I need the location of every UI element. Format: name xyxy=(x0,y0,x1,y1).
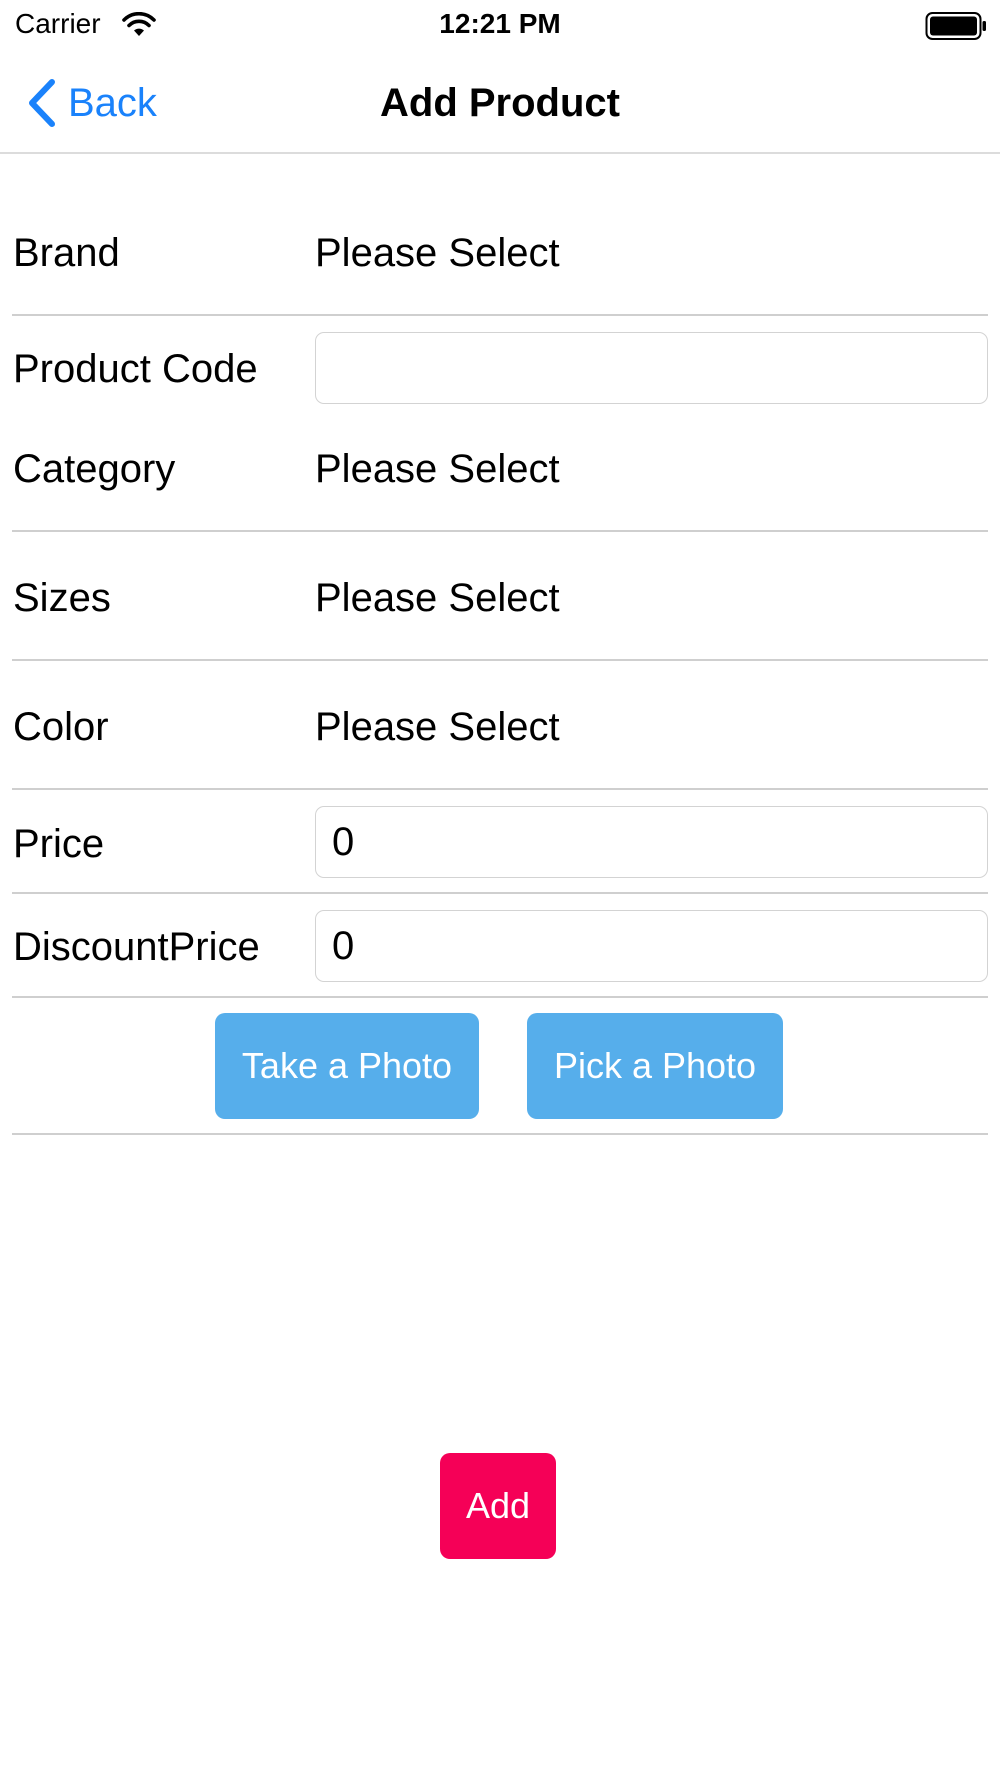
category-select[interactable]: Please Select xyxy=(315,444,560,494)
divider xyxy=(12,1133,988,1135)
divider xyxy=(12,788,988,790)
navigation-bar: Back Add Product xyxy=(0,52,1000,154)
add-button[interactable]: Add xyxy=(440,1453,556,1559)
discount-price-input[interactable] xyxy=(315,910,988,982)
product-code-input[interactable] xyxy=(315,332,988,404)
price-label: Price xyxy=(13,822,105,866)
color-label: Color xyxy=(13,705,109,749)
sizes-select[interactable]: Please Select xyxy=(315,573,560,623)
take-photo-button[interactable]: Take a Photo xyxy=(215,1013,479,1119)
discount-price-label: DiscountPrice xyxy=(13,925,260,969)
clock: 12:21 PM xyxy=(439,8,561,39)
category-label: Category xyxy=(13,447,176,491)
status-bar: Carrier 12:21 PM xyxy=(0,0,1000,52)
price-input[interactable] xyxy=(315,806,988,878)
sizes-label: Sizes xyxy=(13,576,111,620)
color-select[interactable]: Please Select xyxy=(315,702,560,752)
page-title: Add Product xyxy=(380,81,620,125)
divider xyxy=(12,530,988,532)
divider xyxy=(12,314,988,316)
product-code-label: Product Code xyxy=(13,347,258,391)
divider xyxy=(12,996,988,998)
battery-icon xyxy=(925,12,986,40)
pick-photo-button[interactable]: Pick a Photo xyxy=(527,1013,783,1119)
divider xyxy=(12,659,988,661)
divider xyxy=(12,892,988,894)
brand-label: Brand xyxy=(13,231,120,275)
brand-select[interactable]: Please Select xyxy=(315,228,560,278)
